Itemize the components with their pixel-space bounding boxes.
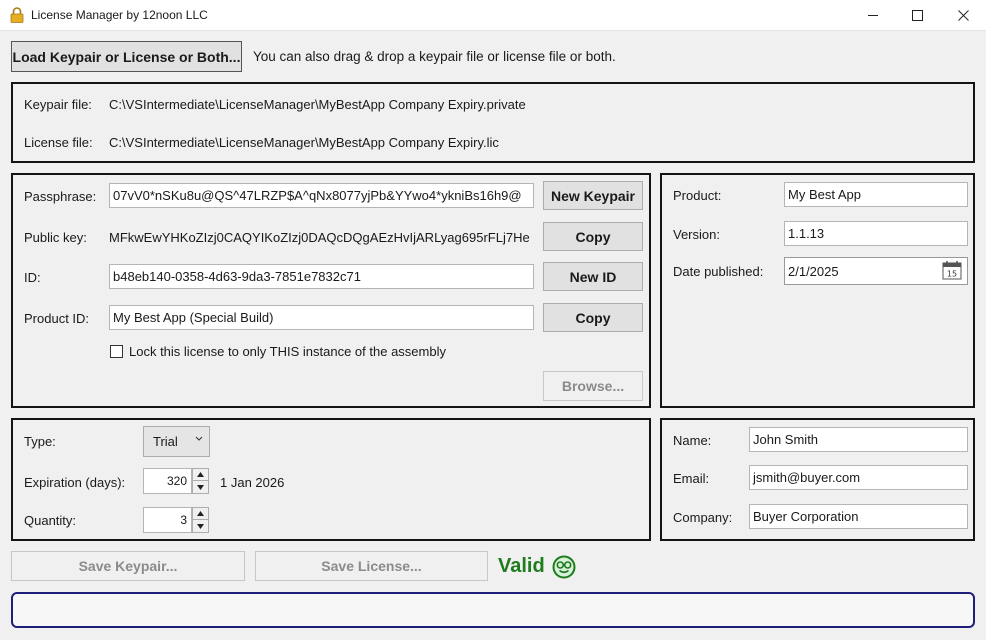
triangle-up-icon bbox=[197, 472, 204, 477]
public-key-label: Public key: bbox=[24, 230, 87, 245]
product-panel bbox=[660, 173, 975, 408]
expiration-up-button[interactable] bbox=[193, 469, 208, 481]
license-file-path: C:\VSIntermediate\LicenseManager\MyBestA… bbox=[109, 135, 499, 150]
expiration-down-button[interactable] bbox=[193, 481, 208, 493]
public-key-value[interactable]: MFkwEwYHKoZIzj0CAQYIKoZIzj0DAQcDQgAEzHvI… bbox=[109, 230, 534, 245]
quantity-label: Quantity: bbox=[24, 513, 77, 528]
product-id-input[interactable]: My Best App (Special Build) bbox=[109, 305, 534, 330]
email-label: Email: bbox=[673, 471, 710, 486]
browse-button[interactable]: Browse... bbox=[543, 371, 643, 401]
version-input[interactable]: 1.1.13 bbox=[784, 221, 968, 246]
drag-drop-hint: You can also drag & drop a keypair file … bbox=[253, 49, 616, 64]
license-file-label: License file: bbox=[24, 135, 93, 150]
triangle-down-icon bbox=[197, 484, 204, 490]
copy-product-id-button[interactable]: Copy bbox=[543, 303, 643, 332]
id-label: ID: bbox=[24, 270, 41, 285]
window-title: License Manager by 12noon LLC bbox=[31, 8, 208, 22]
save-keypair-button[interactable]: Save Keypair... bbox=[11, 551, 245, 581]
lock-instance-checkbox[interactable] bbox=[110, 345, 123, 358]
product-input[interactable]: My Best App bbox=[784, 182, 968, 207]
date-published-picker[interactable]: 2/1/2025 bbox=[784, 257, 968, 285]
files-panel bbox=[11, 82, 975, 163]
chevron-down-icon bbox=[195, 436, 203, 441]
passphrase-label: Passphrase: bbox=[24, 189, 97, 204]
company-label: Company: bbox=[673, 510, 733, 525]
quantity-input[interactable]: 3 bbox=[143, 507, 192, 533]
save-license-button[interactable]: Save License... bbox=[255, 551, 488, 581]
name-input[interactable]: John Smith bbox=[749, 427, 968, 452]
load-keypair-license-button[interactable]: Load Keypair or License or Both... bbox=[11, 41, 242, 72]
status-message-bar bbox=[11, 592, 975, 628]
expiration-date: 1 Jan 2026 bbox=[220, 475, 285, 490]
type-select-value: Trial bbox=[153, 434, 178, 449]
close-button[interactable] bbox=[940, 0, 986, 31]
type-label: Type: bbox=[24, 434, 56, 449]
passphrase-input[interactable]: 07vV0*nSKu8u@QS^47LRZP$A^qNx8077yjPb&YYw… bbox=[109, 183, 534, 208]
validity-status: Valid bbox=[498, 555, 545, 577]
type-select[interactable]: Trial bbox=[143, 426, 210, 457]
title-bar: License Manager by 12noon LLC bbox=[0, 0, 986, 31]
date-published-label: Date published: bbox=[673, 264, 764, 279]
minimize-icon bbox=[867, 15, 878, 16]
version-label: Version: bbox=[673, 227, 720, 242]
company-input[interactable]: Buyer Corporation bbox=[749, 504, 968, 529]
triangle-up-icon bbox=[197, 511, 204, 516]
expiration-label: Expiration (days): bbox=[24, 475, 126, 490]
lock-icon bbox=[10, 7, 24, 23]
quantity-up-button[interactable] bbox=[193, 508, 208, 520]
expiration-input[interactable]: 320 bbox=[143, 468, 192, 494]
keypair-file-label: Keypair file: bbox=[24, 97, 92, 112]
quantity-stepper[interactable] bbox=[192, 507, 209, 533]
triangle-down-icon bbox=[197, 523, 204, 529]
email-input[interactable]: jsmith@buyer.com bbox=[749, 465, 968, 490]
minimize-button[interactable] bbox=[850, 0, 896, 31]
quantity-down-button[interactable] bbox=[193, 520, 208, 532]
expiration-stepper[interactable] bbox=[192, 468, 209, 494]
new-keypair-button[interactable]: New Keypair bbox=[543, 181, 643, 210]
calendar-day: 15 bbox=[947, 270, 957, 279]
maximize-icon bbox=[911, 10, 923, 21]
lock-instance-label[interactable]: Lock this license to only THIS instance … bbox=[129, 344, 446, 359]
name-label: Name: bbox=[673, 433, 712, 448]
maximize-button[interactable] bbox=[894, 0, 940, 31]
calendar-icon[interactable]: 15 bbox=[942, 260, 962, 280]
nerd-smiley-icon bbox=[552, 555, 576, 579]
id-input[interactable]: b48eb140-0358-4d63-9da3-7851e7832c71 bbox=[109, 264, 534, 289]
keypair-file-path: C:\VSIntermediate\LicenseManager\MyBestA… bbox=[109, 97, 526, 112]
product-label: Product: bbox=[673, 188, 722, 203]
product-id-label: Product ID: bbox=[24, 311, 90, 326]
new-id-button[interactable]: New ID bbox=[543, 262, 643, 291]
close-icon bbox=[957, 10, 969, 21]
date-published-value: 2/1/2025 bbox=[788, 263, 839, 279]
copy-public-key-button[interactable]: Copy bbox=[543, 222, 643, 251]
